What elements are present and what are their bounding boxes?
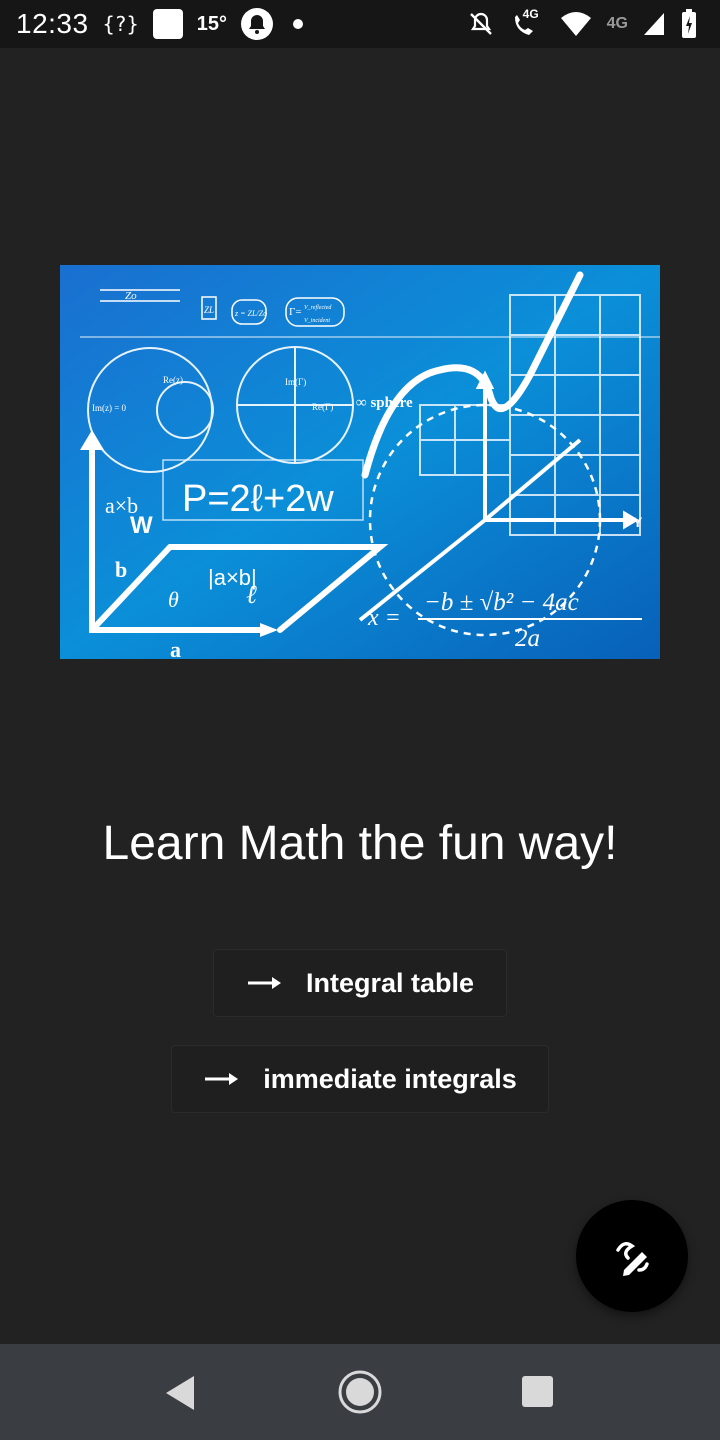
clock: 12:33 (16, 8, 89, 39)
immediate-integrals-label: immediate integrals (263, 1063, 517, 1094)
alert-notification-icon (240, 8, 273, 40)
draw-icon (616, 1242, 649, 1276)
app-notification-icon (152, 9, 183, 39)
immediate-integrals-button[interactable]: immediate integrals (171, 1045, 549, 1113)
back-icon[interactable] (164, 1374, 196, 1412)
temperature: 15° (196, 12, 227, 35)
arrow-right-icon (205, 1073, 239, 1085)
zo-label: Zo (125, 290, 137, 302)
z-eq-label: z = ZL/Zo (234, 309, 267, 318)
battery-icon (682, 9, 696, 38)
integral-table-label: Integral table (305, 967, 475, 998)
im-z-label: Im(z) = 0 (92, 403, 127, 413)
home-icon[interactable] (337, 1369, 383, 1415)
v-incident-label: V_incident (304, 318, 330, 324)
integral-table-button[interactable]: Integral table (213, 949, 507, 1017)
theta-label: θ (168, 587, 179, 612)
tagline: Learn Math the fun way! (102, 817, 618, 870)
unknown-notification-icon: {?} (102, 12, 139, 36)
status-bar: 12:33 {?} 15° 4G 4G (0, 0, 720, 48)
signal-icon (644, 13, 664, 35)
recent-apps-icon[interactable] (522, 1376, 553, 1407)
perimeter-formula: P=2ℓ+2w (182, 478, 334, 520)
network-label: 4G (522, 7, 539, 21)
volte-call-icon: 4G (509, 7, 545, 39)
zl-label: ZL (204, 305, 214, 315)
more-notifications-dot-icon (292, 19, 303, 29)
v-reflected-label: V_reflected (304, 304, 332, 311)
y-axis-label: Y (633, 514, 643, 530)
re-z-label: Re(z) (163, 375, 183, 385)
wifi-icon (560, 12, 591, 36)
gamma-eq-label: Γ= (289, 306, 302, 318)
b-label: b (115, 557, 127, 582)
w-label: W (130, 512, 153, 539)
arrow-right-icon (247, 977, 281, 989)
l-label: ℓ (246, 580, 257, 609)
mute-icon (469, 12, 492, 35)
a-label: a (170, 637, 181, 659)
quadratic-denominator: 2a (515, 625, 540, 652)
math-hero-image: Im(Γ) Re(Γ) Re(z) Im(z) = 0 Zo ZL z = ZL… (60, 265, 660, 659)
im-gamma-label: Im(Γ) (285, 377, 306, 387)
draw-fab-button[interactable] (576, 1200, 688, 1312)
sphere-label: ∞ sphere (356, 395, 413, 411)
re-gamma-label: Re(Γ) (312, 402, 333, 412)
mobile-data-label: 4G (606, 15, 628, 32)
x-equals-label: x = (367, 605, 401, 631)
quadratic-numerator: −b ± √b² − 4ac (424, 589, 579, 616)
